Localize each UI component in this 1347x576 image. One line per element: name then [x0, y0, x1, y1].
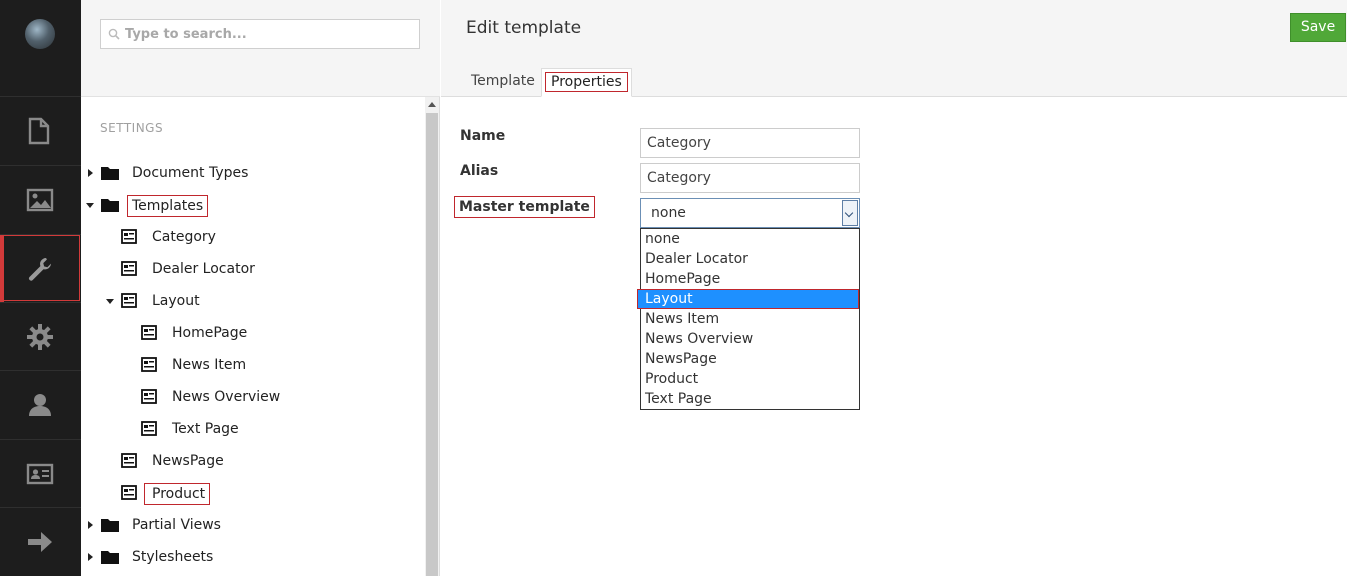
tree-item-document-types[interactable]: Document Types	[81, 162, 421, 184]
search-input[interactable]	[125, 24, 405, 44]
template-icon	[121, 485, 137, 500]
option-text-page[interactable]: Text Page	[641, 389, 859, 409]
tree-item-label: Partial Views	[132, 517, 221, 533]
tree-scrollbar[interactable]	[425, 97, 439, 576]
folder-icon	[101, 551, 119, 564]
template-icon	[121, 229, 137, 244]
user-avatar[interactable]	[25, 19, 55, 49]
collapse-arrow-icon[interactable]	[106, 299, 114, 304]
scrollbar-thumb[interactable]	[426, 113, 438, 576]
arrow-right-icon	[28, 532, 52, 552]
tree-item-product[interactable]: Product	[81, 482, 421, 505]
tab-label: Template	[471, 73, 535, 89]
option-homepage[interactable]: HomePage	[641, 269, 859, 289]
forms-section-button[interactable]	[0, 507, 81, 575]
template-icon	[141, 389, 157, 404]
tree-item-label: NewsPage	[152, 453, 224, 469]
tree-item-text-page[interactable]: Text Page	[81, 418, 421, 440]
tree-item-label: Category	[152, 229, 216, 245]
tab-label: Properties	[545, 72, 628, 92]
image-icon	[26, 188, 54, 212]
folder-icon	[101, 519, 119, 532]
search-icon	[108, 28, 120, 40]
editor-area: Edit template Save Template Properties N…	[441, 0, 1347, 576]
search-box[interactable]	[100, 19, 420, 49]
template-icon	[141, 357, 157, 372]
tree-item-label: Dealer Locator	[152, 261, 255, 277]
option-news-item[interactable]: News Item	[641, 309, 859, 329]
expand-arrow-icon[interactable]	[88, 521, 93, 529]
tree-item-label: News Item	[172, 357, 247, 373]
name-label: Name	[460, 128, 506, 144]
template-icon	[121, 293, 137, 308]
option-dealer-locator[interactable]: Dealer Locator	[641, 249, 859, 269]
save-button[interactable]: Save	[1290, 13, 1346, 42]
alias-field[interactable]	[640, 163, 860, 193]
collapse-arrow-icon[interactable]	[86, 203, 94, 208]
tree-item-dealer-locator[interactable]: Dealer Locator	[81, 258, 421, 280]
tree-item-label: Document Types	[132, 165, 249, 181]
section-heading: SETTINGS	[100, 121, 164, 135]
option-product[interactable]: Product	[641, 369, 859, 389]
id-card-icon	[26, 463, 54, 485]
tree-item-stylesheets[interactable]: Stylesheets	[81, 546, 421, 568]
tree-item-newspage[interactable]: NewsPage	[81, 450, 421, 472]
template-icon	[141, 421, 157, 436]
select-value: none	[651, 205, 686, 221]
tree-item-label: Text Page	[172, 421, 239, 437]
chevron-down-icon[interactable]	[842, 200, 858, 226]
tree-item-templates[interactable]: Templates	[81, 194, 421, 217]
search-area	[81, 0, 440, 97]
app-sidebar	[0, 0, 81, 576]
tree-item-label: Stylesheets	[132, 549, 214, 565]
option-news-overview[interactable]: News Overview	[641, 329, 859, 349]
master-template-label: Master template	[454, 196, 595, 218]
tree-item-partial-views[interactable]: Partial Views	[81, 514, 421, 536]
folder-icon	[101, 167, 119, 180]
scroll-up-icon[interactable]	[428, 102, 436, 107]
expand-arrow-icon[interactable]	[88, 169, 93, 177]
template-icon	[141, 325, 157, 340]
developer-section-button[interactable]	[0, 302, 81, 370]
template-icon	[121, 453, 137, 468]
tree-item-news-overview[interactable]: News Overview	[81, 386, 421, 408]
tree-item-layout[interactable]: Layout	[81, 290, 421, 312]
wrench-icon	[28, 258, 51, 281]
tree-item-homepage[interactable]: HomePage	[81, 322, 421, 344]
name-field[interactable]	[640, 128, 860, 158]
master-template-dropdown: none Dealer Locator HomePage Layout News…	[637, 228, 860, 410]
folder-icon	[101, 199, 119, 212]
tab-template[interactable]: Template	[463, 68, 543, 97]
page-title: Edit template	[466, 18, 582, 38]
tree-item-label: News Overview	[172, 389, 281, 405]
members-section-button[interactable]	[0, 439, 81, 507]
media-section-button[interactable]	[0, 165, 81, 233]
tree-item-category[interactable]: Category	[81, 226, 421, 248]
tab-properties[interactable]: Properties	[541, 68, 632, 97]
editor-header: Edit template Save Template Properties	[441, 0, 1347, 97]
tree-item-news-item[interactable]: News Item	[81, 354, 421, 376]
template-icon	[121, 261, 137, 276]
option-none[interactable]: none	[641, 229, 859, 249]
users-section-button[interactable]	[0, 370, 81, 438]
master-template-select[interactable]: none	[640, 198, 860, 228]
content-section-button[interactable]	[0, 96, 81, 164]
gear-icon	[27, 324, 53, 350]
tree-item-label: Layout	[152, 293, 200, 309]
tree-item-label: Templates	[127, 195, 209, 217]
option-layout[interactable]: Layout	[637, 289, 859, 309]
expand-arrow-icon[interactable]	[88, 553, 93, 561]
tree-item-label: Product	[144, 483, 211, 505]
option-newspage[interactable]: NewsPage	[641, 349, 859, 369]
tree-item-label: HomePage	[172, 325, 248, 341]
tree-panel: SETTINGS Document Types Templates Catego…	[81, 0, 440, 576]
user-icon	[29, 394, 51, 416]
alias-label: Alias	[460, 163, 499, 179]
settings-section-button[interactable]	[0, 234, 81, 302]
document-icon	[28, 117, 50, 145]
